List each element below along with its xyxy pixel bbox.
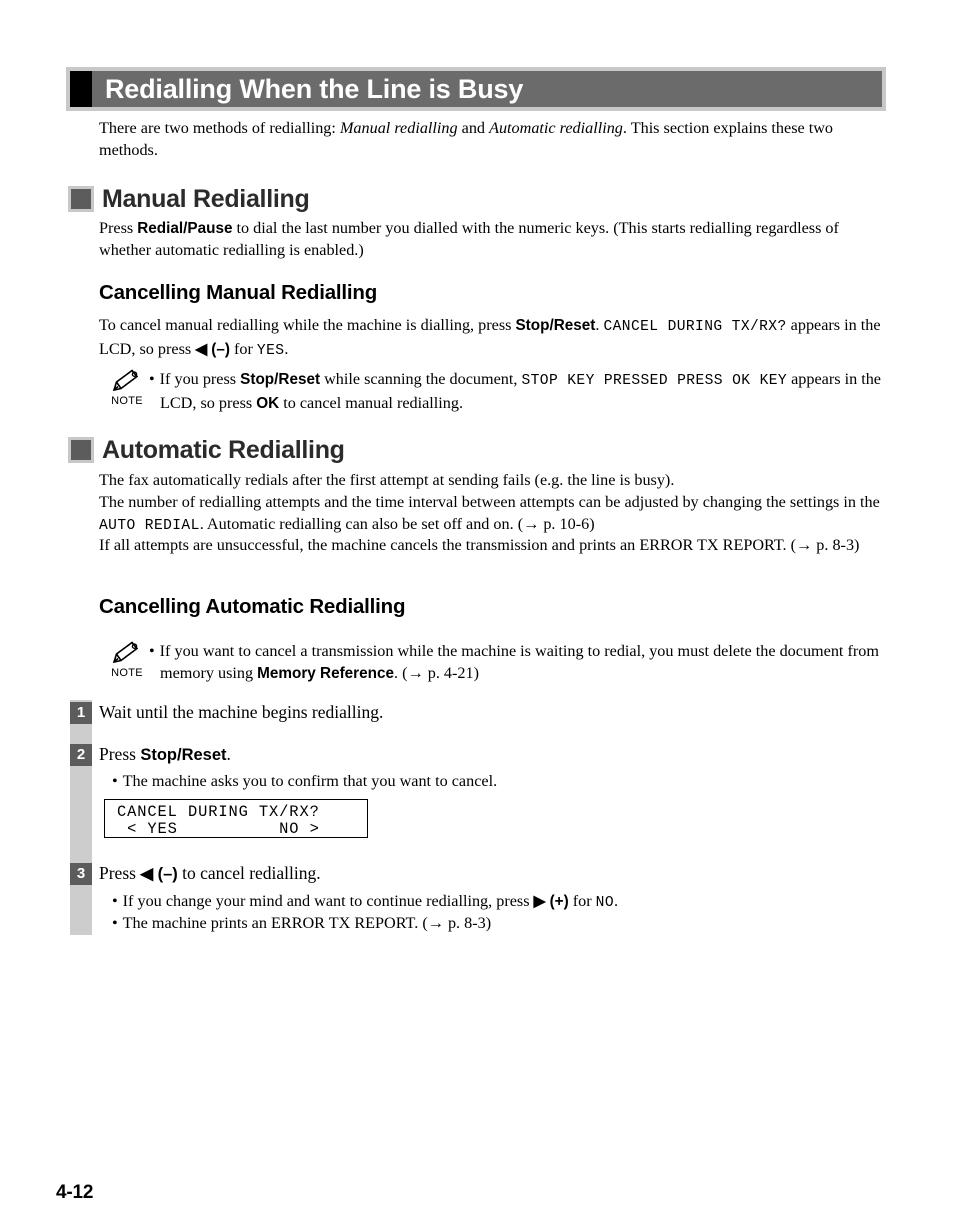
document-page: Redialling When the Line is Busy There a… [0, 0, 954, 1227]
kbd-ok: OK [256, 395, 280, 412]
manual-para-1: Press [99, 219, 138, 237]
page-title: Redialling When the Line is Busy [105, 73, 524, 104]
note-text-1: If you press [159, 370, 241, 388]
intro-paragraph: There are two methods of redialling: Man… [99, 118, 887, 161]
title-square-marker [70, 71, 92, 107]
step-3-text-2: to cancel redialling. [177, 863, 321, 883]
note-block-manual: NOTE •If you press Stop/Reset while scan… [104, 366, 884, 415]
heading-automatic-redialling-label: Automatic Redialling [102, 435, 345, 464]
step-3-sub-bullet-1: •If you change your mind and want to con… [112, 890, 618, 914]
note-icon-wrapper-2: NOTE [104, 638, 150, 679]
note-body-automatic: •If you want to cancel a transmission wh… [149, 638, 884, 685]
step-2-text-1: Press [99, 744, 141, 764]
step-3-text-1: Press [99, 863, 141, 883]
note-block-automatic: NOTE •If you want to cancel a transmissi… [104, 638, 884, 685]
step-3-bullet-icon-2: • [112, 914, 123, 932]
footer-page-number: 4-12 [56, 1182, 94, 1203]
automatic-line-2: The number of redialling attempts and th… [99, 492, 889, 537]
lcd-display-line-2: < YES NO > [117, 820, 320, 838]
square-bullet-icon [68, 186, 94, 212]
square-bullet-icon-2 [68, 437, 94, 463]
intro-text-1: There are two methods of redialling: [99, 119, 340, 137]
note-text-4: to cancel manual redialling. [279, 394, 464, 412]
note-auto-text-2: . (→ p. 4-21) [394, 664, 479, 682]
lcd-text-yes: YES [256, 342, 285, 359]
step-3-sub-2-text: The machine prints an ERROR TX REPORT. (… [122, 914, 492, 932]
automatic-text-line-3: If all attempts are unsuccessful, the ma… [99, 536, 860, 554]
heading-cancelling-automatic: Cancelling Automatic Redialling [99, 595, 406, 618]
step-number-2: 2 [70, 744, 92, 766]
steps-sidebar-rule [70, 700, 92, 935]
lcd-text-stop-key-pressed: STOP KEY PRESSED PRESS OK KEY [521, 373, 788, 389]
step-3-bullet-icon-1: • [112, 892, 123, 910]
step-1-text: Wait until the machine begins redialling… [99, 702, 384, 722]
heading-automatic-redialling: Automatic Redialling [68, 437, 345, 463]
step-2-bullet-icon: • [112, 772, 123, 790]
cancel-text-4: for [229, 339, 257, 358]
step-2-sub-bullet: •The machine asks you to confirm that yo… [112, 770, 497, 792]
left-arrow-minus-icon-2: ◀ (–) [140, 865, 178, 883]
intro-text-2: and [457, 119, 490, 137]
cancel-text-1: To cancel manual redialling while the ma… [99, 316, 516, 334]
step-text-3: Press ◀ (–) to cancel redialling. [99, 862, 321, 886]
kbd-redial-pause: Redial/Pause [137, 220, 233, 237]
automatic-line-3: If all attempts are unsuccessful, the ma… [99, 535, 889, 557]
note-body-manual: •If you press Stop/Reset while scanning … [149, 366, 884, 415]
lcd-text-no: NO [595, 895, 614, 911]
step-3-sub-1-text-a: If you change your mind and want to cont… [122, 892, 534, 910]
manual-paragraph: Press Redial/Pause to dial the last numb… [99, 218, 887, 261]
right-arrow-plus-icon: ▶ (+) [533, 893, 569, 910]
pencil-icon-2 [112, 641, 139, 664]
automatic-text-line-1: The fax automatically redials after the … [99, 471, 675, 489]
note-text-2: while scanning the document, [320, 370, 522, 388]
lcd-text-cancel-during: CANCEL DURING TX/RX? [603, 319, 787, 335]
note-icon-wrapper: NOTE [104, 366, 150, 407]
automatic-text-line-2: The number of redialling attempts and th… [99, 493, 880, 511]
step-number-1: 1 [70, 702, 92, 724]
step-3-sub-bullet-2: •The machine prints an ERROR TX REPORT. … [112, 912, 491, 934]
step-number-3: 3 [70, 863, 92, 885]
note-label: NOTE [111, 395, 143, 407]
kbd-stop-reset-3: Stop/Reset [140, 746, 227, 764]
lcd-display-box: CANCEL DURING TX/RX? < YES NO > [104, 799, 368, 838]
intro-italic-1: Manual redialling [339, 119, 458, 137]
step-text-2: Press Stop/Reset. [99, 743, 231, 767]
cancel-manual-paragraph: To cancel manual redialling while the ma… [99, 315, 887, 362]
pencil-icon [112, 369, 139, 392]
kbd-stop-reset-2: Stop/Reset [240, 371, 321, 388]
lcd-display-line-1: CANCEL DURING TX/RX? [117, 803, 320, 821]
step-2-text-2: . [226, 744, 231, 764]
left-arrow-minus-icon-1: ◀ (–) [195, 340, 230, 358]
heading-cancelling-manual: Cancelling Manual Redialling [99, 281, 378, 304]
step-3-sub-1-text-c: . [614, 892, 619, 910]
kbd-memory-reference: Memory Reference [257, 665, 395, 682]
step-3-sub-1-text-b: for [568, 892, 596, 910]
heading-manual-redialling-label: Manual Redialling [102, 184, 310, 213]
section-title-bar: Redialling When the Line is Busy [66, 67, 886, 111]
heading-manual-redialling: Manual Redialling [68, 184, 310, 213]
note-label-2: NOTE [111, 667, 143, 679]
step-2-sub-text: The machine asks you to confirm that you… [122, 772, 498, 790]
step-text-1: Wait until the machine begins redialling… [99, 701, 383, 724]
lcd-text-auto-redial: AUTO REDIAL [99, 517, 200, 534]
note-bullet-2: • [149, 642, 160, 660]
title-band: Redialling When the Line is Busy [92, 71, 882, 107]
automatic-text-line-2-cont: . Automatic redialling can also be set o… [199, 514, 595, 533]
cancel-text-5: . [284, 339, 289, 358]
automatic-line-1: The fax automatically redials after the … [99, 470, 889, 492]
intro-italic-2: Automatic redialling [489, 119, 623, 137]
kbd-stop-reset-1: Stop/Reset [515, 317, 596, 334]
note-bullet-1: • [149, 370, 160, 388]
